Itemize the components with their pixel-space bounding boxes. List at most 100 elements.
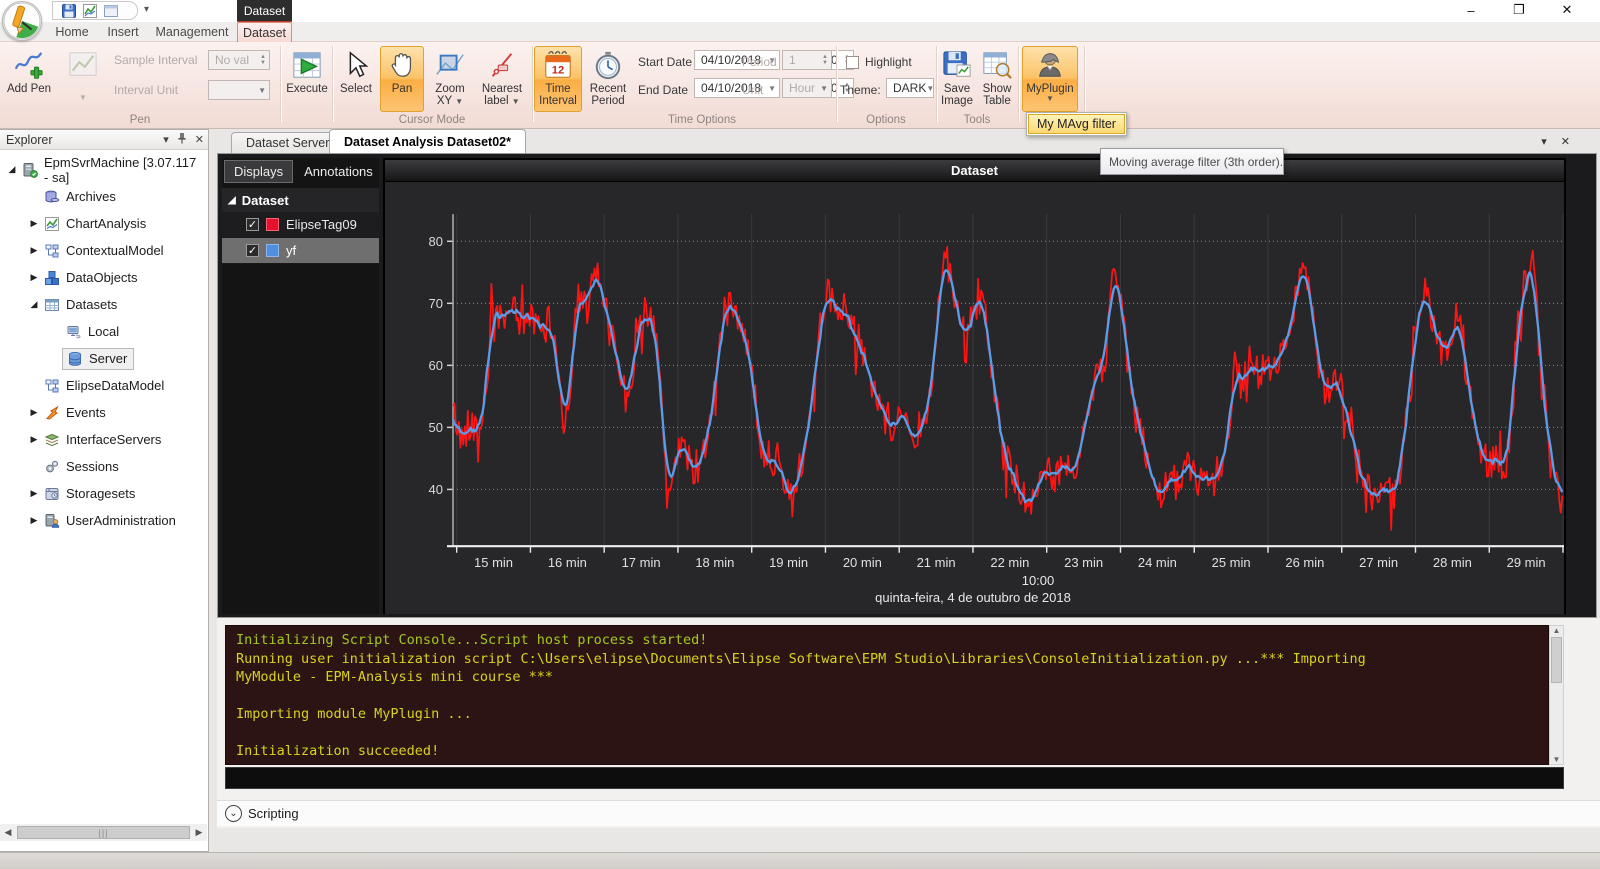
pen-color-swatch[interactable]	[266, 244, 279, 257]
tab-dataset-analysis[interactable]: Dataset Analysis Dataset02*	[329, 129, 526, 153]
unit-combo[interactable]: Hour ▼	[782, 78, 832, 98]
scroll-left-icon[interactable]: ◀	[0, 827, 16, 838]
qat-customize-icon[interactable]: ▾	[144, 4, 149, 15]
scripting-expander[interactable]: ⌄ Scripting	[217, 800, 1600, 826]
tree-item-label: Events	[66, 405, 106, 420]
recent-period-button[interactable]: Recent Period	[584, 46, 632, 112]
tree-item-interfaceservers[interactable]: ▶ InterfaceServers	[0, 426, 208, 453]
tree-item-label: ChartAnalysis	[66, 216, 147, 231]
console-host: Initializing Script Console...Script hos…	[217, 618, 1600, 828]
tree-item-dataobjects[interactable]: ▶ DataObjects	[0, 264, 208, 291]
scrollbar-thumb[interactable]	[1551, 637, 1562, 683]
close-icon[interactable]: ✕	[195, 133, 204, 146]
console-input-bar[interactable]	[225, 767, 1564, 789]
expander-icon[interactable]: ▶	[28, 245, 40, 256]
tab-management[interactable]: Management	[152, 22, 232, 42]
tree-item-datasets[interactable]: ◢ Datasets	[0, 291, 208, 318]
legend-group-header[interactable]: ◢ Dataset	[222, 188, 379, 212]
time-interval-button[interactable]: 12 Time Interval	[534, 46, 582, 112]
period-spinner[interactable]: 1 ▲ ▼	[782, 50, 832, 70]
tab-annotations[interactable]: Annotations	[295, 161, 382, 182]
pan-hand-icon	[387, 50, 417, 80]
end-date-field[interactable]: 04/10/2018 ▼	[694, 78, 780, 98]
tab-insert[interactable]: Insert	[100, 22, 146, 42]
tree-item-storagesets[interactable]: ▶ Storagesets	[0, 480, 208, 507]
quick-access-toolbar	[52, 1, 138, 20]
vertical-scrollbar[interactable]: ▲ ▼	[1549, 625, 1564, 765]
tree-item-useradministration[interactable]: ▶ UserAdministration	[0, 507, 208, 534]
console-line: Running user initialization script C:\Us…	[236, 650, 1366, 667]
panel-menu-icon[interactable]: ▾	[163, 133, 169, 146]
tree-item-archives[interactable]: Archives	[0, 183, 208, 210]
restore-button[interactable]: ❐	[1504, 2, 1534, 18]
pan-button[interactable]: Pan	[380, 46, 424, 112]
theme-combo[interactable]: DARK ▼	[886, 78, 934, 98]
nearest-label-button[interactable]: Nearest label ▼	[476, 46, 528, 112]
close-tab-icon[interactable]: ✕	[1561, 135, 1570, 148]
expander-icon[interactable]: ▶	[28, 407, 40, 418]
myplugin-button[interactable]: MyPlugin ▼	[1022, 46, 1078, 112]
tree-item-sessions[interactable]: Sessions	[0, 453, 208, 480]
minimize-button[interactable]: –	[1456, 2, 1486, 18]
cubes-icon	[44, 270, 60, 286]
expander-icon[interactable]: ▶	[28, 488, 40, 499]
scrollbar-thumb[interactable]: |||	[17, 826, 190, 839]
horizontal-scrollbar[interactable]: ◀ ||| ▶	[0, 824, 207, 841]
chevron-down-circle-icon[interactable]: ⌄	[225, 805, 242, 822]
close-button[interactable]: ✕	[1552, 2, 1582, 18]
chart-pen-panel: Displays Annotations ◢ Dataset ✓ ElipseTa…	[222, 158, 379, 614]
spinner-arrows-icon[interactable]: ▲ ▼	[260, 54, 266, 66]
chart-icon[interactable]	[82, 3, 98, 19]
sample-interval-spinner[interactable]: No val ▲ ▼	[208, 50, 270, 70]
pen-item-elipsetag09[interactable]: ✓ ElipseTag09	[222, 212, 379, 238]
expander-icon[interactable]: ◢	[28, 299, 40, 310]
scroll-up-icon[interactable]: ▲	[1553, 626, 1561, 635]
save-icon[interactable]	[61, 3, 77, 19]
app-logo-icon[interactable]	[2, 1, 42, 41]
tab-list-icon[interactable]: ▾	[1541, 135, 1547, 148]
tree-item-epmsvrmachine-3-07-117-sa[interactable]: ◢ EpmSvrMachine [3.07.117 - sa]	[0, 155, 208, 185]
pen-visibility-checkbox[interactable]: ✓	[246, 218, 259, 231]
add-pen-button[interactable]: Add Pen	[4, 46, 54, 112]
show-table-button[interactable]: Show Table	[978, 46, 1016, 112]
tree-item-label: ElipseDataModel	[66, 378, 165, 393]
tab-dataset-server[interactable]: Dataset Server	[231, 132, 345, 153]
tab-displays[interactable]: Displays	[224, 159, 294, 183]
highlight-checkbox[interactable]	[846, 55, 859, 69]
expander-icon[interactable]: ▶	[28, 434, 40, 445]
svg-text:24 min: 24 min	[1138, 555, 1177, 570]
expander-icon[interactable]: ▶	[28, 218, 40, 229]
panel-splitter[interactable]	[209, 129, 217, 852]
expander-icon[interactable]: ▶	[28, 272, 40, 283]
scroll-down-icon[interactable]: ▼	[1553, 755, 1561, 764]
expander-icon[interactable]: ◢	[6, 164, 18, 175]
tree-item-events[interactable]: ▶ Events	[0, 399, 208, 426]
execute-button[interactable]: Execute	[282, 46, 332, 112]
pen-item-yf[interactable]: ✓ yf	[222, 238, 379, 264]
pen-color-swatch[interactable]	[266, 218, 279, 231]
save-image-button[interactable]: Save Image	[938, 46, 976, 112]
table-icon	[44, 297, 60, 313]
window-icon[interactable]	[103, 3, 119, 19]
tree-item-local[interactable]: Local	[0, 318, 208, 345]
highlight-option[interactable]: Highlight	[846, 52, 912, 72]
tab-dataset[interactable]: Dataset	[237, 22, 292, 42]
tree-item-server[interactable]: Server	[0, 345, 208, 372]
script-console-output[interactable]: Initializing Script Console...Script hos…	[225, 625, 1549, 765]
select-button[interactable]: Select	[334, 46, 378, 112]
pen-legend: ◢ Dataset ✓ ElipseTag09 ✓ yf	[222, 188, 379, 264]
pin-icon[interactable]	[177, 132, 187, 147]
scroll-right-icon[interactable]: ▶	[191, 827, 207, 838]
tree-item-elipsedatamodel[interactable]: ElipseDataModel	[0, 372, 208, 399]
pen-split-button[interactable]: ▼	[58, 46, 108, 112]
pen-visibility-checkbox[interactable]: ✓	[246, 244, 259, 257]
tab-home[interactable]: Home	[48, 22, 96, 42]
tree-item-chartanalysis[interactable]: ▶ ChartAnalysis	[0, 210, 208, 237]
expander-icon[interactable]: ▶	[28, 515, 40, 526]
menu-item-my-mavg-filter[interactable]: My MAvg filter	[1028, 114, 1125, 134]
tree-item-contextualmodel[interactable]: ▶ ContextualModel	[0, 237, 208, 264]
zoom-xy-button[interactable]: Zoom XY ▼	[426, 46, 474, 112]
spinner-arrows-icon: ▲▼	[822, 54, 828, 66]
chart-plot-area[interactable]: 40 50 60 70 80 15 min 16 min 17 min 18 min 19 min…	[385, 182, 1564, 614]
interval-unit-combo[interactable]: ▼	[208, 80, 270, 100]
